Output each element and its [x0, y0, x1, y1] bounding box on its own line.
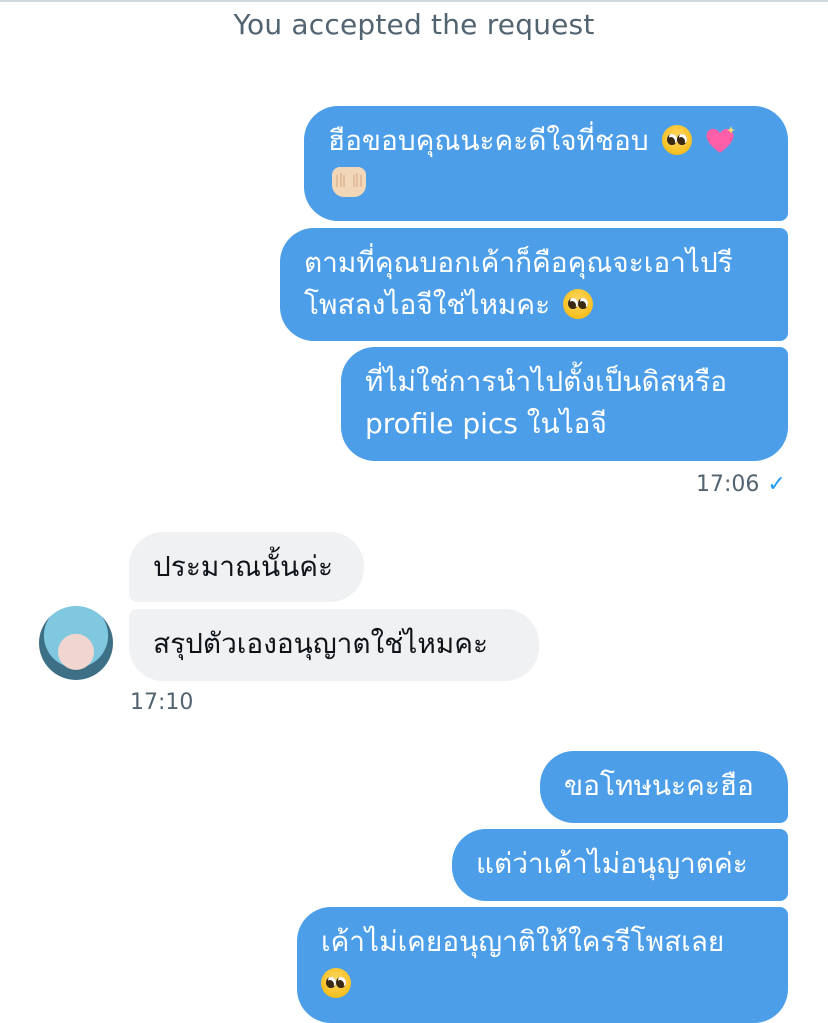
checkmark-icon: ✓ — [767, 472, 786, 497]
request-accepted-notice: You accepted the request — [233, 8, 595, 41]
avatar[interactable] — [39, 606, 113, 680]
message-text: profile pics ในไอจี — [365, 407, 607, 440]
pleading-face-icon — [321, 968, 351, 998]
outgoing-message-5[interactable]: แต่ว่าเค้าไม่อนุญาตค่ะ — [452, 829, 788, 901]
message-text: โพสลงไอจีใช่ไหมคะ — [304, 288, 551, 321]
message-text: เค้าไม่เคยอนุญาติให้ใครรีโพสเลย — [321, 925, 725, 958]
message-timestamp: 17:10 — [130, 690, 194, 715]
top-divider — [0, 0, 828, 2]
outgoing-message-1[interactable]: ฮือขอบคุณนะคะดีใจที่ชอบ — [304, 106, 788, 221]
pleading-face-icon — [563, 289, 594, 319]
message-text: ขอโทษนะคะฮือ — [564, 769, 754, 802]
message-text: ฮือขอบคุณนะคะดีใจที่ชอบ — [328, 124, 649, 157]
message-text: ประมาณนั้นค่ะ — [153, 550, 334, 583]
pleading-face-icon — [661, 125, 692, 155]
message-text: แต่ว่าเค้าไม่อนุญาตค่ะ — [476, 847, 748, 880]
incoming-message-1[interactable]: ประมาณนั้นค่ะ — [129, 532, 364, 602]
outgoing-message-2[interactable]: ตามที่คุณบอกเค้าก็คือคุณจะเอาไปรี โพสลงไ… — [280, 228, 788, 341]
outgoing-message-3[interactable]: ที่ไม่ใช่การนำไปตั้งเป็นดิสหรือ profile … — [341, 347, 788, 461]
message-text: ที่ไม่ใช่การนำไปตั้งเป็นดิสหรือ — [365, 365, 728, 398]
message-text: ตามที่คุณบอกเค้าก็คือคุณจะเอาไปรี — [304, 246, 733, 279]
message-timestamp: 17:06 ✓ — [696, 472, 786, 497]
message-text: สรุปตัวเองอนุญาตใช่ไหมคะ — [153, 627, 489, 660]
outgoing-message-4[interactable]: ขอโทษนะคะฮือ — [540, 751, 788, 823]
palms-up-together-icon — [332, 167, 366, 197]
incoming-message-2[interactable]: สรุปตัวเองอนุญาตใช่ไหมคะ — [129, 609, 539, 681]
sparkling-heart-icon — [706, 126, 736, 153]
outgoing-message-6[interactable]: เค้าไม่เคยอนุญาติให้ใครรีโพสเลย — [297, 907, 788, 1023]
